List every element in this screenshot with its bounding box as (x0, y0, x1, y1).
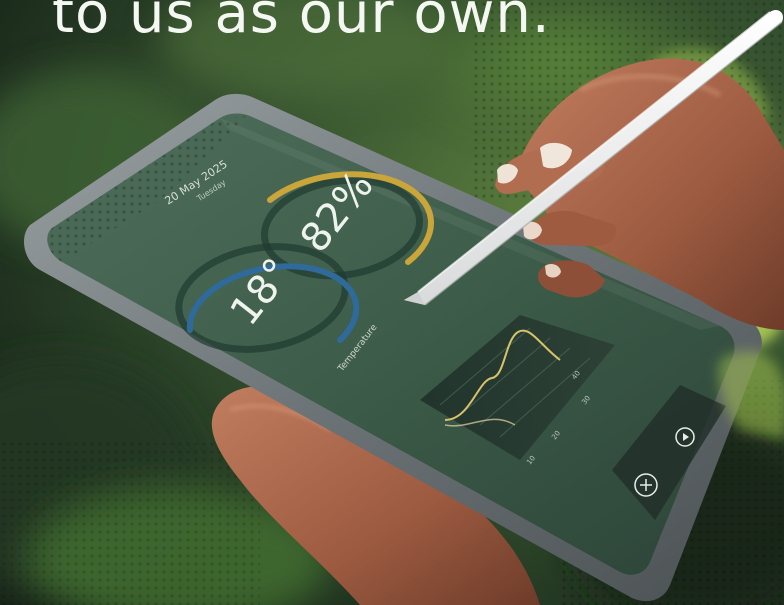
photo-illustration: 20 May 2025 Tuesday 82% 18° Temperature … (0, 0, 784, 605)
headline-text: to us as our own. (52, 0, 551, 46)
dot-texture-bottom-left (0, 440, 260, 605)
photo-scene: 20 May 2025 Tuesday 82% 18° Temperature … (0, 0, 784, 605)
